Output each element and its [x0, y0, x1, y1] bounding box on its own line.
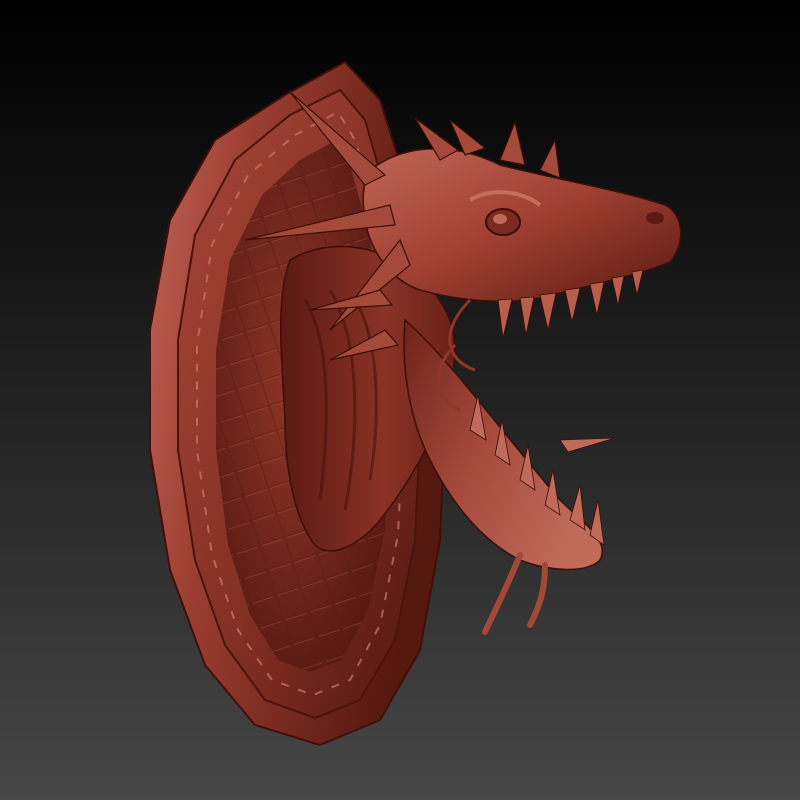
sculpt-render [149, 60, 682, 747]
dragon-tongue [482, 552, 548, 635]
render-viewport [0, 0, 800, 800]
dragon-nostril [646, 212, 664, 224]
